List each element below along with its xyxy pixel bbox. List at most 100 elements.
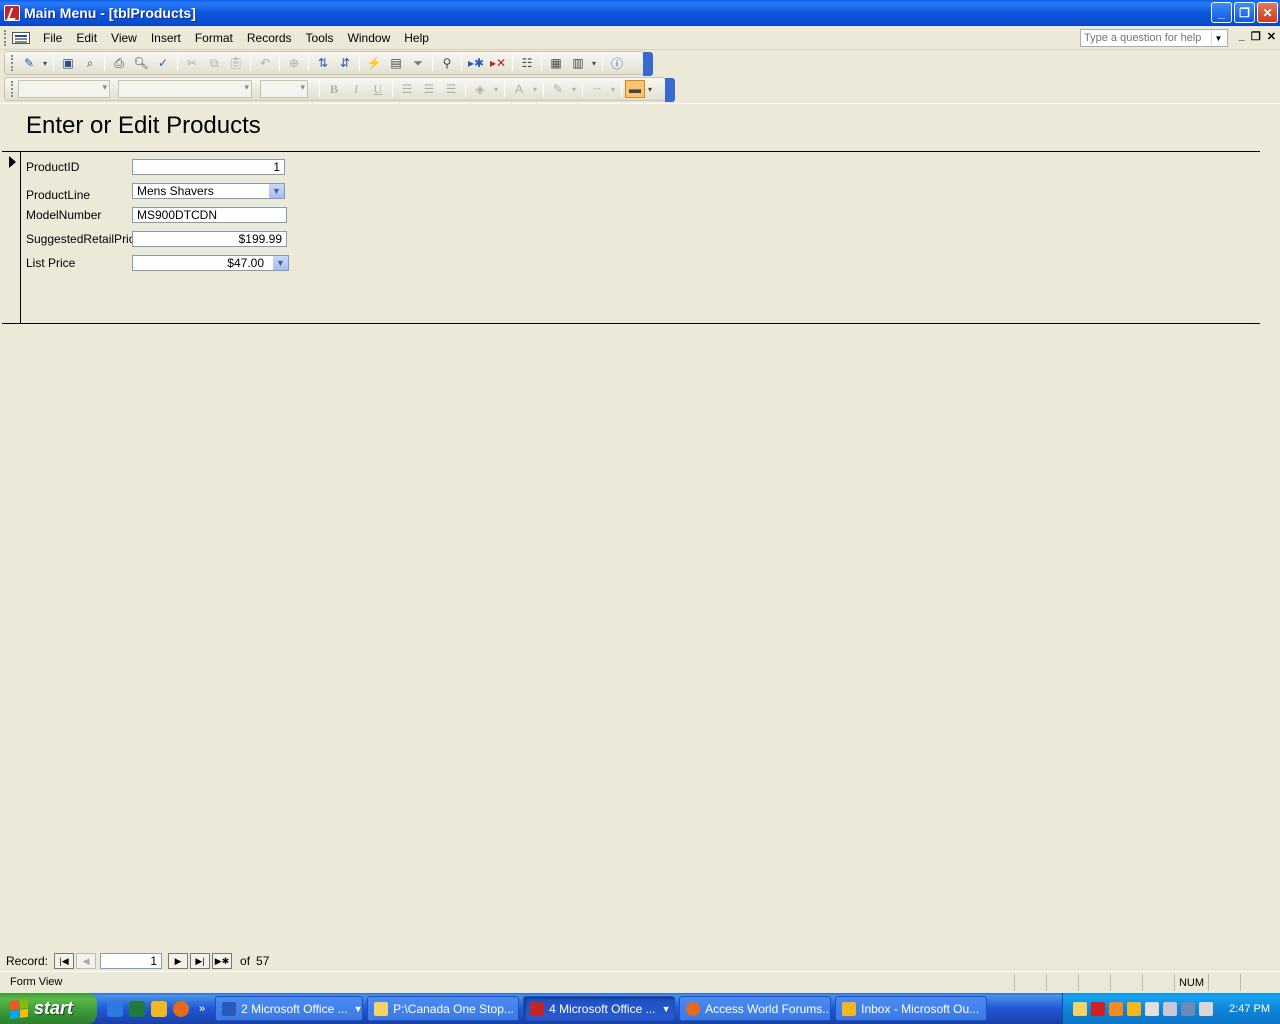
align-center-icon[interactable]: ☰ [418,79,440,99]
toolbar-options-button[interactable] [665,78,675,102]
special-effect-icon[interactable]: ▬ [625,80,645,98]
tray-office-icon[interactable] [1109,1001,1123,1016]
last-record-button[interactable]: ▶| [190,953,211,969]
chevron-down-icon[interactable]: ▼ [272,256,288,270]
title-bar[interactable]: Main Menu - [tblProducts] _ ❐ ✕ [0,0,1280,26]
save-icon[interactable]: ▣ [57,53,79,73]
database-window-icon[interactable]: ▦ [545,53,567,73]
menu-view[interactable]: View [104,31,144,45]
new-object-dropdown-icon[interactable]: ▾ [589,53,599,73]
line-color-icon[interactable]: ✎ [547,79,569,99]
record-selector[interactable] [2,152,21,324]
form-control-menu-icon[interactable] [12,31,30,44]
tray-network-icon[interactable] [1145,1001,1159,1016]
model-number-field[interactable]: MS900DTCDN [132,207,287,223]
file-search-icon[interactable]: ⌕ [79,53,101,73]
current-record-input[interactable]: 1 [100,953,163,969]
clock[interactable]: 2:47 PM [1229,1003,1270,1015]
mdi-restore-button[interactable]: ❐ [1251,30,1261,43]
menu-grip[interactable] [4,29,8,46]
align-left-icon[interactable]: ☰ [396,79,418,99]
underline-icon[interactable]: U [367,79,389,99]
filter-by-selection-icon[interactable]: ⚡ [363,53,385,73]
task-word[interactable]: 2 Microsoft Office ... ▼ [215,996,364,1021]
list-price-combo[interactable]: $47.00 ▼ [132,255,289,271]
tray-satellite-icon[interactable] [1163,1001,1177,1016]
suggested-retail-price-field[interactable]: $199.99 [132,231,287,247]
font-color-dropdown-icon[interactable]: ▾ [530,79,540,99]
new-object-icon[interactable]: ▥ [567,53,589,73]
bold-icon[interactable]: B [323,79,345,99]
new-record-button[interactable]: ▶✱ [212,953,233,969]
toolbar-grip[interactable] [11,81,14,97]
minimize-button[interactable]: _ [1211,2,1232,23]
insert-hyperlink-icon[interactable]: ⊕ [283,53,305,73]
spelling-icon[interactable]: ✓ [152,53,174,73]
menu-insert[interactable]: Insert [144,31,188,45]
tray-security-icon[interactable] [1181,1001,1195,1016]
product-id-field[interactable]: 1 [132,159,285,175]
paste-icon[interactable]: 📋︎ [225,53,247,73]
line-width-dropdown-icon[interactable]: ▾ [608,79,618,99]
menu-format[interactable]: Format [188,31,240,45]
sort-ascending-icon[interactable]: ⇅ [312,53,334,73]
restore-button[interactable]: ❐ [1234,2,1255,23]
access-app-icon[interactable] [4,5,20,21]
next-record-button[interactable]: ▶ [168,953,189,969]
help-search-box[interactable]: ▼ [1080,29,1228,47]
task-firefox[interactable]: Access World Forums... [679,996,832,1021]
delete-record-icon[interactable]: ▸✕ [487,53,509,73]
print-icon[interactable]: ⎙ [108,53,130,73]
task-access[interactable]: 4 Microsoft Office ... ▼ [523,996,676,1021]
mdi-close-button[interactable]: ✕ [1267,30,1276,43]
font-color-icon[interactable]: A [508,79,530,99]
menu-tools[interactable]: Tools [299,31,341,45]
fill-color-icon[interactable]: ◈ [469,79,491,99]
chevron-down-icon[interactable]: ▼ [1211,30,1225,46]
internet-explorer-icon[interactable] [107,1000,123,1017]
start-button[interactable]: start [0,993,97,1024]
view-icon[interactable]: ✎ [18,53,40,73]
excel-icon[interactable] [129,1000,145,1017]
help-icon[interactable]: ⓘ [606,53,628,73]
undo-icon[interactable]: ↶ [254,53,276,73]
toolbar-options-button[interactable] [643,52,653,76]
chevron-down-icon[interactable]: ▼ [268,184,284,198]
menu-help[interactable]: Help [397,31,436,45]
special-effect-dropdown-icon[interactable]: ▾ [645,79,655,99]
previous-record-button[interactable]: ◀ [76,953,97,969]
font-size-combo[interactable] [260,80,308,98]
menu-records[interactable]: Records [240,31,299,45]
apply-filter-icon[interactable]: ⏷ [407,53,429,73]
product-line-combo[interactable]: Mens Shavers ▼ [132,183,285,199]
tray-acrobat-icon[interactable] [1091,1001,1105,1016]
tray-volume-icon[interactable] [1199,1001,1213,1016]
first-record-button[interactable]: |◀ [54,953,75,969]
firefox-icon[interactable] [173,1000,189,1017]
tray-outlook-icon[interactable] [1127,1001,1141,1016]
help-search-input[interactable] [1081,32,1211,44]
quick-launch-more-icon[interactable]: » [199,1003,205,1015]
italic-icon[interactable]: I [345,79,367,99]
menu-file[interactable]: File [36,31,69,45]
sort-descending-icon[interactable]: ⇵ [334,53,356,73]
view-dropdown-icon[interactable]: ▾ [40,53,50,73]
outlook-icon[interactable] [151,1000,167,1017]
align-right-icon[interactable]: ☰ [440,79,462,99]
find-icon[interactable]: ⚲ [436,53,458,73]
tray-folder-icon[interactable] [1073,1001,1087,1016]
object-select-combo[interactable] [18,80,110,98]
mdi-minimize-button[interactable]: _ [1239,30,1245,43]
filter-by-form-icon[interactable]: ▤ [385,53,407,73]
properties-icon[interactable]: ☷ [516,53,538,73]
fill-color-dropdown-icon[interactable]: ▾ [491,79,501,99]
close-button[interactable]: ✕ [1257,2,1278,23]
font-name-combo[interactable] [118,80,252,98]
line-color-dropdown-icon[interactable]: ▾ [569,79,579,99]
copy-icon[interactable]: ⧉ [203,53,225,73]
new-record-icon[interactable]: ▸✱ [465,53,487,73]
menu-window[interactable]: Window [341,31,398,45]
menu-edit[interactable]: Edit [69,31,104,45]
toolbar-grip[interactable] [11,55,14,71]
print-preview-icon[interactable]: 🔍︎ [130,53,152,73]
